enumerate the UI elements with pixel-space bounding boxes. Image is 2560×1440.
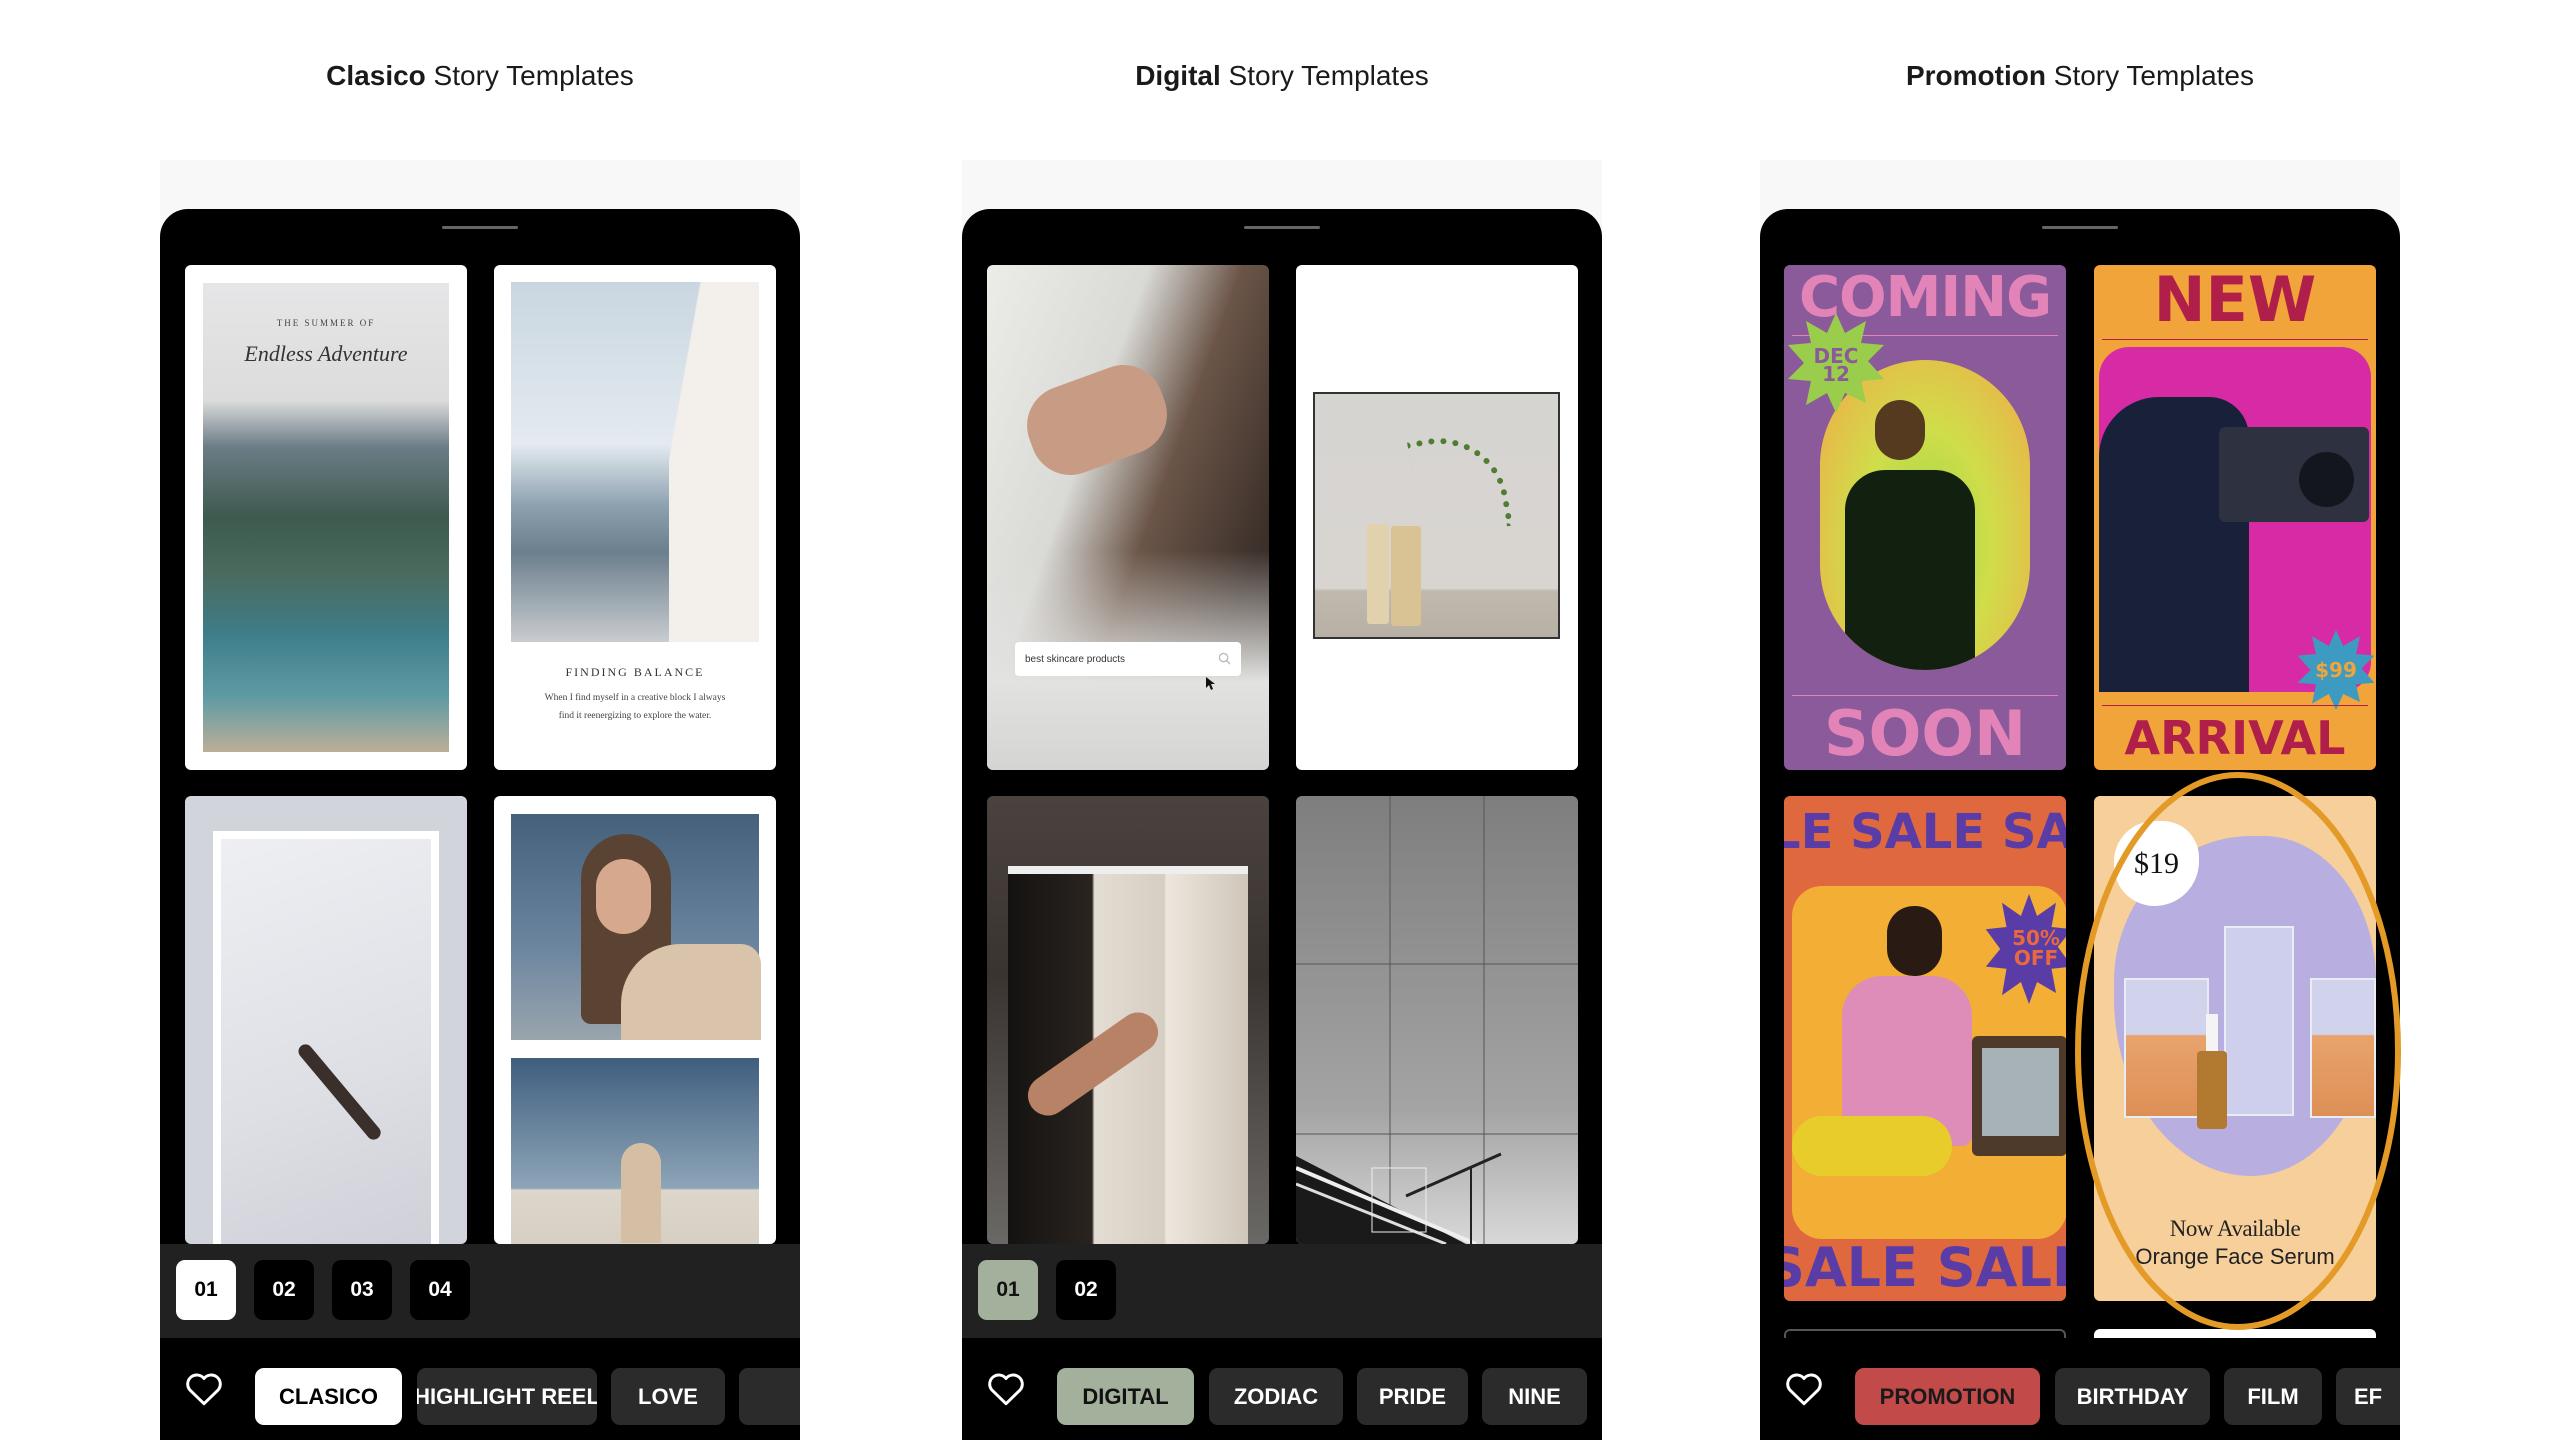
vase-shape [1367,524,1389,624]
category-bar: CLASICO HIGHLIGHT REEL LOVE [160,1338,800,1440]
heading-bold: Clasico [326,60,426,91]
heart-icon[interactable] [986,1371,1026,1407]
page-selector: 01 02 03 04 [160,1244,800,1338]
head-shape [1887,906,1942,976]
card-headline: LE SALE SA [1784,804,2066,860]
template-card[interactable] [1296,796,1578,1244]
date-day: 12 [1822,362,1850,386]
category-chip-overflow[interactable] [739,1368,800,1425]
vase-shape [1391,526,1421,626]
card-headline: ARRIVAL [2124,711,2346,765]
card-headline: NEW [2153,265,2317,336]
cloak-shape [621,944,761,1040]
sail-shape [669,282,759,642]
portrait-photo [511,814,761,1040]
page-selector: 01 02 [962,1244,1602,1338]
heading-rest: Story Templates [1220,60,1429,91]
category-chip-nine[interactable]: NINE [1482,1368,1587,1425]
clasico-phone: THE SUMMER OF Endless Adventure FINDING … [160,209,800,1440]
template-card[interactable]: COMING DEC 12 SOON [1784,265,2066,770]
page-button-01[interactable]: 01 [978,1260,1038,1320]
hands-shape [1015,353,1179,487]
card-headline: SOON [1824,697,2026,770]
heart-icon[interactable] [184,1371,224,1407]
sailboat-photo [511,282,759,642]
card-title: Endless Adventure [244,341,408,366]
heart-icon[interactable] [1784,1371,1824,1407]
promotion-heading: Promotion Story Templates [1760,60,2400,92]
template-card[interactable]: THE SUMMER OF Endless Adventure [185,265,467,770]
price-badge: $99 [2315,658,2357,682]
category-chip-overflow[interactable]: EF [2336,1368,2400,1425]
digital-phone: best skincare products 01 02 DIGITAL ZOD… [962,209,1602,1440]
discount-badge: 50% OFF [1996,928,2066,968]
category-chip-digital[interactable]: DIGITAL [1057,1368,1194,1425]
category-chip-pride[interactable]: PRIDE [1357,1368,1468,1425]
template-card[interactable] [494,796,776,1244]
category-chip-birthday[interactable]: BIRTHDAY [2055,1368,2210,1425]
template-card[interactable] [185,796,467,1244]
page-button-02[interactable]: 02 [254,1260,314,1320]
highlight-ellipse [2075,772,2401,1330]
template-card[interactable] [1296,265,1578,770]
category-chip-film[interactable]: FILM [2224,1368,2322,1425]
fabric-photo [213,831,439,1244]
heading-bold: Digital [1135,60,1221,91]
cursor-icon [1206,677,1215,690]
category-bar: DIGITAL ZODIAC PRIDE NINE [962,1338,1602,1440]
skirt-shape [1792,1116,1952,1176]
digital-heading: Digital Story Templates [962,60,1602,92]
body-shape [1845,470,1975,670]
template-card[interactable]: NEW $99 ARRIVAL [2094,265,2376,770]
drag-handle[interactable] [442,226,518,229]
landscape-photo: THE SUMMER OF Endless Adventure [203,283,449,752]
category-chip-clasico[interactable]: CLASICO [255,1368,402,1425]
page-button-02[interactable]: 02 [1056,1260,1116,1320]
category-chip-promotion[interactable]: PROMOTION [1855,1368,2040,1425]
page-button-04[interactable]: 04 [410,1260,470,1320]
search-icon [1218,652,1231,665]
category-chip-highlight-reel[interactable]: HIGHLIGHT REEL [417,1368,597,1425]
drag-handle[interactable] [1244,226,1320,229]
category-chip-zodiac[interactable]: ZODIAC [1209,1368,1343,1425]
grid-overlay [1296,796,1578,1244]
template-card[interactable] [987,796,1269,1244]
category-bar: PROMOTION BIRTHDAY FILM EF [1760,1338,2400,1440]
heading-rest: Story Templates [425,60,634,91]
plant-shape [1407,426,1513,542]
card-body-line: find it reenergizing to explore the wate… [558,711,712,721]
heading-rest: Story Templates [2045,60,2255,91]
card-headline: SALE SALE [1784,1236,2066,1299]
figure-shape [621,1143,661,1243]
discount-off: OFF [2013,946,2059,970]
arm-shape [295,1041,384,1143]
window-photo [1008,866,1248,1244]
card-body-line: When I find myself in a creative block I… [544,693,726,703]
beach-photo [511,1058,759,1244]
divider [1792,695,2058,696]
tv-shape [1972,1036,2066,1156]
clasico-heading: Clasico Story Templates [160,60,800,92]
speaker-shape [2299,452,2354,507]
page-button-03[interactable]: 03 [332,1260,392,1320]
page-button-01[interactable]: 01 [176,1260,236,1320]
heading-bold: Promotion [1905,60,2046,91]
date-badge: DEC 12 [1786,346,1886,386]
template-card[interactable]: LE SALE SA 50%OFF SALE SALE [1784,796,2066,1301]
divider [2102,339,2368,340]
template-card[interactable]: FINDING BALANCE When I find myself in a … [494,265,776,770]
template-card[interactable]: best skincare products [987,265,1269,770]
category-chip-love[interactable]: LOVE [611,1368,725,1425]
drag-handle[interactable] [2042,226,2118,229]
hand-shape [1020,1004,1166,1124]
card-subtitle: THE SUMMER OF [276,318,376,328]
face-shape [596,859,651,934]
search-text: best skincare products [1025,653,1126,665]
divider [2102,705,2368,706]
search-bar[interactable]: best skincare products [1015,642,1241,676]
tv-screen [1982,1048,2059,1136]
card-title: FINDING BALANCE [565,665,705,679]
vase-photo [1313,392,1560,639]
